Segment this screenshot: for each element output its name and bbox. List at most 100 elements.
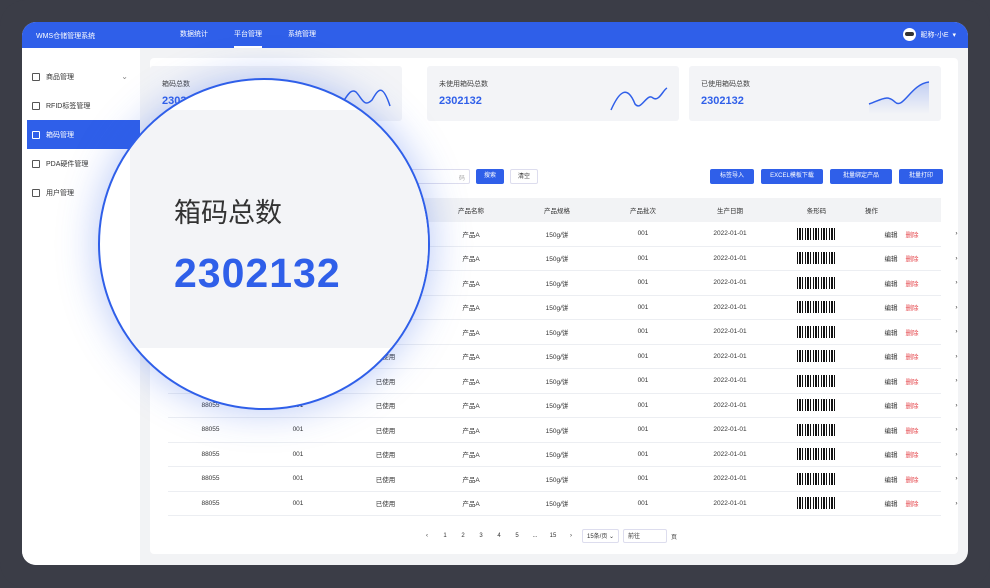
chevron-right-icon[interactable]: › <box>944 475 968 482</box>
delete-link[interactable]: 删除 <box>906 428 919 435</box>
delete-link[interactable]: 删除 <box>906 256 919 263</box>
page-jump-input[interactable]: 前往 <box>623 529 668 543</box>
delete-link[interactable]: 删除 <box>906 354 919 361</box>
batch-bind-button[interactable]: 批量绑定产品 <box>830 169 892 184</box>
tab-data-stats[interactable]: 数据统计 <box>180 22 208 48</box>
table-cell: 88055 <box>201 475 220 483</box>
page-15[interactable]: 15 <box>546 529 560 543</box>
table-cell: 001 <box>637 352 649 360</box>
row-actions: 编辑 删除 <box>859 449 944 459</box>
table-cell: 产品A <box>462 329 480 337</box>
barcode-cell <box>774 325 859 338</box>
barcode-cell <box>774 472 859 485</box>
barcode-cell <box>774 276 859 289</box>
chevron-right-icon[interactable]: › <box>944 451 968 458</box>
tab-platform-management[interactable]: 平台管理 <box>234 22 262 48</box>
delete-link[interactable]: 删除 <box>906 379 919 386</box>
edit-link[interactable]: 编辑 <box>885 354 898 361</box>
table-row[interactable]: 88055001已使用产品A150g/饼0012022-01-01编辑删除› <box>168 418 958 443</box>
page-3[interactable]: 3 <box>474 529 488 543</box>
app-title: WMS仓储管理系统 <box>36 33 96 40</box>
stat-card-label: 未使用箱码总数 <box>439 81 488 88</box>
delete-link[interactable]: 删除 <box>906 501 919 508</box>
delete-link[interactable]: 删除 <box>906 403 919 410</box>
table-cell: 001 <box>637 426 649 434</box>
edit-link[interactable]: 编辑 <box>885 256 898 263</box>
barcode-image <box>796 399 837 412</box>
chevron-right-icon[interactable]: › <box>944 304 968 311</box>
sidebar-item-box-code[interactable]: 箱码管理 <box>27 120 140 149</box>
sidebar-item-rfid[interactable]: RFID标签管理 <box>22 91 140 120</box>
edit-link[interactable]: 编辑 <box>885 403 898 410</box>
table-cell: 2022-01-01 <box>713 450 747 458</box>
edit-link[interactable]: 编辑 <box>885 477 898 484</box>
edit-link[interactable]: 编辑 <box>885 379 898 386</box>
delete-link[interactable]: 删除 <box>906 330 919 337</box>
chevron-right-icon[interactable]: › <box>944 255 968 262</box>
row-actions: 编辑 删除 <box>859 376 944 386</box>
page-4[interactable]: 4 <box>492 529 506 543</box>
delete-link[interactable]: 删除 <box>906 232 919 239</box>
delete-link[interactable]: 删除 <box>906 452 919 459</box>
barcode-cell <box>774 301 859 314</box>
avatar <box>903 28 917 41</box>
barcode-image <box>796 497 837 510</box>
table-row[interactable]: 88055001已使用产品A150g/饼0012022-01-01编辑删除› <box>168 492 958 516</box>
edit-link[interactable]: 编辑 <box>885 232 898 239</box>
page-1[interactable]: 1 <box>438 529 452 543</box>
page-2[interactable]: 2 <box>456 529 470 543</box>
barcode-cell <box>774 497 859 510</box>
table-cell: 150g/饼 <box>545 231 569 239</box>
chevron-right-icon[interactable]: › <box>944 328 968 335</box>
table-cell: 001 <box>292 499 304 507</box>
next-page-icon[interactable]: › <box>564 529 578 543</box>
sidebar-item-label: RFID标签管理 <box>46 102 91 110</box>
magnified-card-value: 2302132 <box>174 250 341 296</box>
clear-button[interactable]: 清空 <box>510 169 538 184</box>
table-cell: 001 <box>637 377 649 385</box>
top-bar: WMS仓储管理系统 数据统计 平台管理 系统管理 昵称-小E ▾ <box>22 22 968 48</box>
user-icon <box>32 188 40 197</box>
page-ellipsis: ... <box>532 533 538 539</box>
edit-link[interactable]: 编辑 <box>885 428 898 435</box>
search-button[interactable]: 搜索 <box>476 169 504 184</box>
edit-link[interactable]: 编辑 <box>885 501 898 508</box>
sidebar-item-products[interactable]: 商品管理 ⌄ <box>22 62 140 91</box>
stat-card-unused: 未使用箱码总数 2302132 <box>427 66 679 121</box>
table-cell: 产品A <box>462 427 480 435</box>
batch-print-button[interactable]: 批量打印 <box>899 169 943 184</box>
import-labels-button[interactable]: 标签导入 <box>710 169 754 184</box>
table-cell: 001 <box>637 303 649 311</box>
chevron-right-icon[interactable]: › <box>944 500 968 507</box>
table-row[interactable]: 88055001已使用产品A150g/饼0012022-01-01编辑删除› <box>168 467 958 492</box>
excel-template-button[interactable]: EXCEL模板下载 <box>761 169 823 184</box>
sidebar-item-label: 箱码管理 <box>46 131 74 139</box>
table-cell: 产品A <box>462 476 480 484</box>
delete-link[interactable]: 删除 <box>906 477 919 484</box>
chevron-right-icon[interactable]: › <box>944 426 968 433</box>
delete-link[interactable]: 删除 <box>906 305 919 312</box>
tab-system-management[interactable]: 系统管理 <box>288 22 316 48</box>
prev-page-icon[interactable]: ‹ <box>420 529 434 543</box>
edit-link[interactable]: 编辑 <box>885 281 898 288</box>
page-size-select[interactable]: 15条/页 ⌄ <box>582 529 620 543</box>
delete-link[interactable]: 删除 <box>906 281 919 288</box>
chevron-right-icon[interactable]: › <box>944 353 968 360</box>
page-5[interactable]: 5 <box>510 529 524 543</box>
column-header: 操作 <box>865 208 878 215</box>
stat-card-value: 2302132 <box>701 95 744 107</box>
table-cell: 001 <box>637 475 649 483</box>
chevron-right-icon[interactable]: › <box>944 230 968 237</box>
edit-link[interactable]: 编辑 <box>885 305 898 312</box>
edit-link[interactable]: 编辑 <box>885 330 898 337</box>
chevron-right-icon[interactable]: › <box>944 402 968 409</box>
table-cell: 2022-01-01 <box>713 401 747 409</box>
edit-link[interactable]: 编辑 <box>885 452 898 459</box>
chevron-right-icon[interactable]: › <box>944 377 968 384</box>
table-row[interactable]: 88055001已使用产品A150g/饼0012022-01-01编辑删除› <box>168 443 958 467</box>
stat-card-value: 2302132 <box>439 95 482 107</box>
user-menu[interactable]: 昵称-小E ▾ <box>903 28 956 41</box>
table-cell: 150g/饼 <box>545 378 569 386</box>
chevron-right-icon[interactable]: › <box>944 279 968 286</box>
row-actions: 编辑 删除 <box>859 229 944 239</box>
